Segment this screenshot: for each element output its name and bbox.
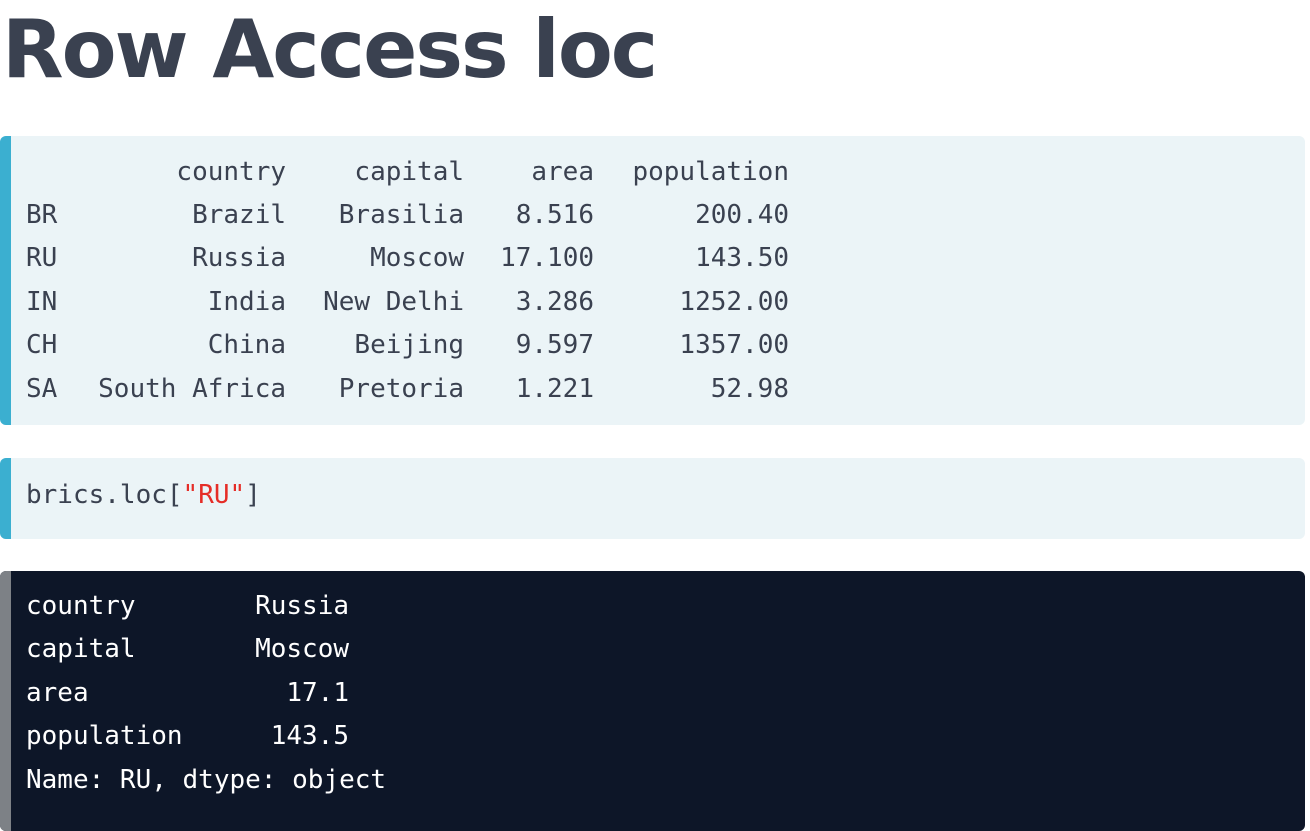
output-key: population <box>26 721 183 752</box>
output-row: area 17.1 <box>26 672 386 715</box>
dataframe-row: BR Brazil Brasilia 8.516 200.40 <box>26 193 789 236</box>
output-row: capital Moscow <box>26 628 386 671</box>
output-value: Moscow <box>255 634 349 665</box>
code-string-literal: "RU" <box>182 480 246 510</box>
code-line: brics.loc["RU"] <box>26 474 261 517</box>
dataframe-row: IN India New Delhi 3.286 1252.00 <box>26 280 789 323</box>
dataframe-block: country capital area population BR Brazi… <box>0 136 1305 425</box>
dataframe-cell-capital: Brasilia <box>338 200 464 231</box>
dataframe-table: country capital area population BR Brazi… <box>26 150 789 410</box>
output-row: population 143.5 <box>26 715 386 758</box>
dataframe-cell-population: 1252.00 <box>679 286 789 317</box>
dataframe-column-header: country <box>176 156 286 187</box>
dataframe-cell-country: China <box>207 330 286 361</box>
output-key: capital <box>26 634 136 665</box>
dataframe-row: CH China Beijing 9.597 1357.00 <box>26 324 789 367</box>
code-text: brics.loc[ <box>26 480 183 510</box>
dataframe-cell-area: 3.286 <box>515 286 594 317</box>
slide-title: Row Access loc <box>2 3 658 96</box>
output-value: 17.1 <box>286 677 349 708</box>
dataframe-header-row: country capital area population <box>26 150 789 193</box>
dataframe-block-accent-bar <box>0 136 11 425</box>
dataframe-cell-population: 200.40 <box>695 200 789 231</box>
code-text: ] <box>245 480 261 510</box>
dataframe-row-index: IN <box>26 286 58 317</box>
dataframe-cell-country: India <box>207 286 286 317</box>
dataframe-cell-population: 143.50 <box>695 243 789 274</box>
dataframe-cell-capital: Beijing <box>354 330 464 361</box>
output-footer: Name: RU, dtype: object <box>26 764 387 795</box>
output-key: area <box>26 677 89 708</box>
output-block-accent-bar <box>0 571 11 831</box>
dataframe-cell-country: South Africa <box>98 373 286 404</box>
dataframe-row-index: CH <box>26 330 58 361</box>
dataframe-cell-country: Brazil <box>192 200 286 231</box>
code-block-accent-bar <box>0 458 11 539</box>
dataframe-column-header: population <box>632 156 789 187</box>
dataframe-row: RU Russia Moscow 17.100 143.50 <box>26 237 789 280</box>
dataframe-row-index: SA <box>26 373 58 404</box>
output-value: 143.5 <box>270 721 349 752</box>
code-block: brics.loc["RU"] <box>0 458 1305 539</box>
output-row: country Russia <box>26 585 386 628</box>
dataframe-cell-area: 9.597 <box>515 330 594 361</box>
dataframe-index-header <box>26 150 78 193</box>
dataframe-cell-capital: New Delhi <box>323 286 464 317</box>
dataframe-cell-capital: Moscow <box>370 243 464 274</box>
dataframe-cell-population: 52.98 <box>710 373 789 404</box>
dataframe-column-header: area <box>531 156 594 187</box>
dataframe-column-header: capital <box>354 156 464 187</box>
dataframe-cell-capital: Pretoria <box>338 373 464 404</box>
dataframe-cell-area: 17.100 <box>500 243 594 274</box>
dataframe-cell-country: Russia <box>192 243 286 274</box>
output-key: country <box>26 591 136 621</box>
output-block: country Russia capital Moscow area 17.1 … <box>0 571 1305 831</box>
dataframe-cell-area: 1.221 <box>515 373 594 404</box>
dataframe-row: SA South Africa Pretoria 1.221 52.98 <box>26 367 789 410</box>
dataframe-cell-area: 8.516 <box>515 200 594 231</box>
dataframe-row-index: RU <box>26 243 58 274</box>
dataframe-cell-population: 1357.00 <box>679 330 789 361</box>
output-value: Russia <box>255 591 349 621</box>
dataframe-row-index: BR <box>26 200 58 231</box>
output-lines: country Russia capital Moscow area 17.1 … <box>26 585 386 802</box>
